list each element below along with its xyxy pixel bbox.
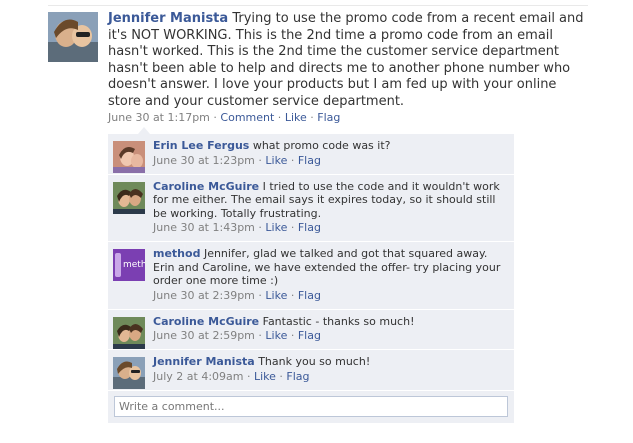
commenter-avatar[interactable] [113, 316, 145, 349]
comment-text: what promo code was it? [252, 139, 391, 152]
comment-item: meth method Jennifer, glad we talked and… [108, 242, 514, 310]
like-link[interactable]: Like [265, 221, 287, 234]
separator: · [287, 153, 298, 167]
separator: · [275, 369, 287, 383]
post-author-name[interactable]: Jennifer Manista [108, 11, 228, 26]
like-link[interactable]: Like [265, 289, 287, 302]
comment-item: Erin Lee Fergus what promo code was it? … [108, 134, 514, 175]
comments-pointer [138, 127, 150, 134]
separator: · [274, 111, 285, 124]
method-logo-avatar[interactable]: meth [113, 249, 145, 281]
commenter-name[interactable]: Caroline McGuire [153, 180, 259, 193]
post-author-avatar[interactable] [48, 12, 98, 62]
separator: · [287, 329, 298, 342]
divider-line [48, 5, 588, 6]
separator: · [254, 153, 266, 167]
flag-link[interactable]: Flag [298, 221, 321, 234]
separator: · [254, 221, 266, 234]
comment-meta: June 30 at 2:39pm · Like · Flag [153, 289, 508, 303]
like-link[interactable]: Like [285, 111, 307, 124]
comment-item: Caroline McGuire I tried to use the code… [108, 175, 514, 242]
comment-meta: June 30 at 1:43pm · Like · Flag [153, 221, 508, 235]
write-comment-row [108, 391, 514, 423]
post-meta: June 30 at 1:17pm · Comment · Like · Fla… [108, 111, 588, 125]
write-comment-input[interactable] [114, 395, 508, 417]
commenter-avatar[interactable] [113, 357, 145, 389]
method-logo-text: meth [123, 260, 145, 270]
commenter-name[interactable]: Caroline McGuire [153, 315, 259, 328]
flag-link[interactable]: Flag [298, 289, 321, 302]
comment-text-block: method Jennifer, glad we talked and got … [153, 247, 508, 288]
flag-link[interactable]: Flag [286, 370, 309, 383]
like-link[interactable]: Like [265, 329, 287, 342]
separator: · [254, 329, 266, 342]
flag-link[interactable]: Flag [317, 111, 340, 124]
separator: · [209, 111, 221, 124]
comment-item: Caroline McGuire Fantastic - thanks so m… [108, 310, 514, 350]
comment-timestamp: June 30 at 1:43pm [153, 221, 255, 234]
separator: · [287, 288, 298, 302]
like-link[interactable]: Like [254, 370, 276, 383]
separator: · [287, 221, 298, 234]
comment-text-block: Caroline McGuire Fantastic - thanks so m… [153, 315, 508, 329]
comment-timestamp: June 30 at 1:23pm [153, 153, 255, 167]
comment-text: Jennifer, glad we talked and got that sq… [153, 247, 501, 287]
post-body: Jennifer Manista Trying to use the promo… [108, 11, 588, 125]
comment-timestamp: June 30 at 2:39pm [153, 288, 255, 302]
comment-text-block: Caroline McGuire I tried to use the code… [153, 180, 508, 221]
comment-timestamp: June 30 at 2:59pm [153, 329, 255, 342]
commenter-name[interactable]: Erin Lee Fergus [153, 139, 249, 152]
comment-text-block: Erin Lee Fergus what promo code was it? [153, 139, 508, 153]
flag-link[interactable]: Flag [298, 329, 321, 342]
flag-link[interactable]: Flag [298, 154, 321, 167]
separator: · [254, 288, 266, 302]
comment-meta: July 2 at 4:09am · Like · Flag [153, 370, 508, 384]
comment-meta: June 30 at 2:59pm · Like · Flag [153, 329, 508, 343]
commenter-avatar[interactable] [113, 181, 145, 214]
comment-text: Fantastic - thanks so much! [262, 314, 415, 328]
comments-list: Erin Lee Fergus what promo code was it? … [108, 134, 514, 423]
comment-item: Jennifer Manista Thank you so much! July… [108, 350, 514, 391]
separator: · [306, 111, 318, 124]
like-link[interactable]: Like [265, 154, 287, 167]
comment-text: Thank you so much! [258, 355, 371, 368]
comment-text-block: Jennifer Manista Thank you so much! [153, 355, 508, 369]
comment-link[interactable]: Comment [220, 111, 274, 124]
post-timestamp[interactable]: June 30 at 1:17pm [108, 111, 210, 124]
commenter-name[interactable]: method [153, 247, 200, 260]
comment-meta: June 30 at 1:23pm · Like · Flag [153, 154, 508, 168]
commenter-avatar[interactable] [113, 141, 145, 173]
commenter-name[interactable]: Jennifer Manista [153, 355, 255, 368]
separator: · [243, 369, 254, 383]
comment-timestamp: July 2 at 4:09am [153, 369, 244, 383]
